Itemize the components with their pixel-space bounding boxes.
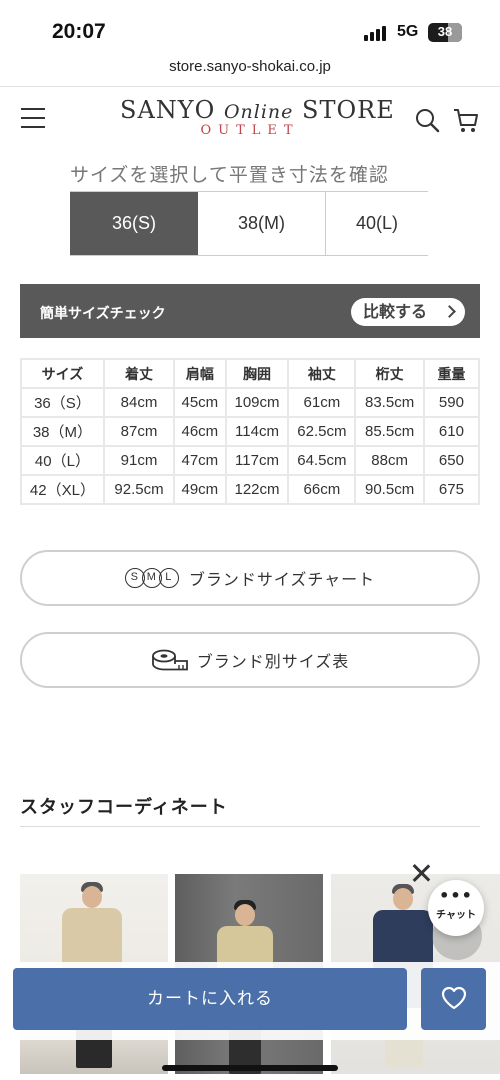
table-cell: 62.5cm: [287, 416, 357, 447]
table-cell: 610: [422, 416, 480, 447]
size-table-container[interactable]: サイズ 着丈 肩幅 胸囲 袖丈 桁丈 重量 36（S） 84cm 45cm 10…: [20, 358, 480, 508]
size-tab-36[interactable]: 36(S): [70, 192, 198, 255]
table-cell: 84cm: [102, 387, 176, 418]
staff-section-title: スタッフコーディネート: [20, 797, 228, 818]
divider: [0, 86, 500, 87]
table-row: 36（S） 84cm 45cm 109cm 61cm 83.5cm 590: [20, 387, 480, 418]
sml-l: L: [158, 568, 179, 588]
header-size: サイズ: [20, 358, 105, 389]
add-to-cart-button[interactable]: カートに入れる: [13, 968, 407, 1030]
table-cell: 92.5cm: [102, 474, 176, 505]
table-cell: 83.5cm: [354, 387, 425, 418]
table-cell: 45cm: [173, 387, 227, 418]
table-cell: 61cm: [287, 387, 357, 418]
table-cell: 85.5cm: [354, 416, 425, 447]
table-row: 42（XL） 92.5cm 49cm 122cm 66cm 90.5cm 675: [20, 474, 480, 505]
table-cell: 122cm: [224, 474, 290, 505]
table-cell: 650: [422, 445, 480, 476]
store-logo[interactable]: SANYO Online STORE OUTLET: [120, 96, 394, 138]
header-sleeve: 袖丈: [287, 358, 357, 389]
size-selector-title: サイズを選択して平置き寸法を確認: [70, 164, 389, 186]
url-bar[interactable]: store.sanyo-shokai.co.jp: [0, 58, 500, 84]
table-cell: 114cm: [224, 416, 290, 447]
search-icon[interactable]: [414, 107, 440, 133]
size-tab-38[interactable]: 38(M): [198, 192, 326, 255]
table-cell: 590: [422, 387, 480, 418]
status-bar: 20:07 5G 38: [0, 0, 500, 56]
compare-button[interactable]: 比較する: [351, 298, 465, 326]
signal-icon: [364, 25, 388, 41]
size-check-label: 簡単サイズチェック: [40, 306, 166, 322]
divider: [20, 826, 480, 827]
brand-size-table-label: ブランド別サイズ表: [196, 652, 350, 671]
table-cell: 64.5cm: [287, 445, 357, 476]
header-chest: 胸囲: [224, 358, 290, 389]
chat-dots-icon: •••: [439, 886, 473, 905]
table-cell: 47cm: [173, 445, 227, 476]
header-yuki: 桁丈: [354, 358, 425, 389]
table-cell: 90.5cm: [354, 474, 425, 505]
photo-figure: [82, 886, 102, 908]
table-header-row: サイズ 着丈 肩幅 胸囲 袖丈 桁丈 重量: [20, 358, 480, 389]
menu-icon[interactable]: [21, 108, 45, 128]
table-cell: 88cm: [354, 445, 425, 476]
table-cell: 42（XL）: [20, 474, 105, 505]
table-cell: 91cm: [102, 445, 176, 476]
logo-sub: OUTLET: [200, 123, 300, 138]
table-cell: 46cm: [173, 416, 227, 447]
logo-mid: Online: [223, 101, 294, 123]
table-row: 38（M） 87cm 46cm 114cm 62.5cm 85.5cm 610: [20, 416, 480, 447]
logo-left: SANYO: [120, 96, 216, 124]
measuring-tape-icon: [151, 649, 188, 671]
battery-level: 38: [437, 24, 453, 39]
favorite-button[interactable]: [421, 968, 486, 1030]
logo-right: STORE: [302, 96, 395, 124]
table-cell: 36（S）: [20, 387, 105, 418]
header-shoulder: 肩幅: [173, 358, 227, 389]
table-cell: 38（M）: [20, 416, 105, 447]
brand-size-chart-button[interactable]: S M L ブランドサイズチャート: [20, 550, 480, 606]
header-length: 着丈: [102, 358, 176, 389]
chat-button[interactable]: ••• チャット: [428, 880, 484, 936]
compare-label: 比較する: [363, 302, 428, 321]
battery-icon: 38: [428, 23, 462, 42]
table-cell: 117cm: [224, 445, 290, 476]
close-icon[interactable]: [410, 862, 432, 884]
photo-figure: [235, 904, 255, 926]
brand-size-chart-label: ブランドサイズチャート: [188, 570, 376, 589]
size-tab-40[interactable]: 40(L): [326, 192, 428, 255]
table-cell: 40（L）: [20, 445, 105, 476]
status-time: 20:07: [52, 20, 106, 43]
size-tabs: 36(S) 38(M) 40(L): [70, 191, 428, 256]
sml-icon: S M L: [124, 568, 179, 588]
photo-figure: [393, 888, 413, 910]
table-cell: 66cm: [287, 474, 357, 505]
site-header: SANYO Online STORE OUTLET: [0, 88, 500, 148]
cart-icon[interactable]: [452, 106, 480, 134]
table-row: 40（L） 91cm 47cm 117cm 64.5cm 88cm 650: [20, 445, 480, 476]
header-weight: 重量: [422, 358, 480, 389]
heart-icon: [441, 986, 467, 1010]
brand-size-table-button[interactable]: ブランド別サイズ表: [20, 632, 480, 688]
bottom-action-bar: カートに入れる: [0, 962, 500, 1040]
table-cell: 109cm: [224, 387, 290, 418]
size-check-banner: 簡単サイズチェック 比較する: [20, 284, 480, 338]
chevron-right-icon: [443, 305, 456, 318]
size-table: サイズ 着丈 肩幅 胸囲 袖丈 桁丈 重量 36（S） 84cm 45cm 10…: [20, 358, 480, 505]
home-indicator: [162, 1065, 338, 1071]
network-label: 5G: [397, 23, 419, 40]
table-cell: 49cm: [173, 474, 227, 505]
table-cell: 87cm: [102, 416, 176, 447]
chat-label: チャット: [436, 910, 476, 921]
table-cell: 675: [422, 474, 480, 505]
